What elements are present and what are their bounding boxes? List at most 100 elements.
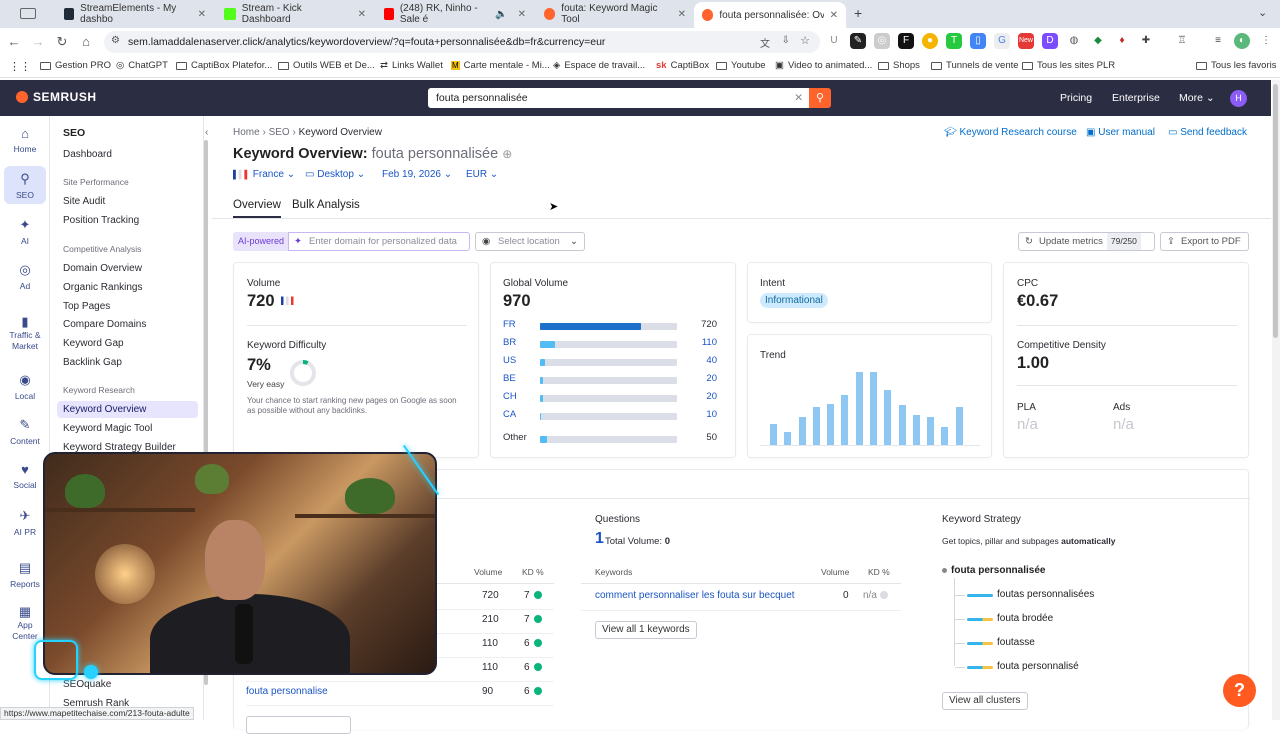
country-row[interactable]: BE 20 [503,373,717,387]
bookmark-folder[interactable]: Tunnels de vente [931,60,1019,71]
clear-search-icon[interactable]: ✕ [794,88,803,108]
rail-ad[interactable]: ◎ Ad [0,262,50,291]
trend-bar[interactable] [912,415,920,445]
page-scrollbar[interactable] [1272,80,1280,720]
bookmark[interactable]: sk CaptiBox [656,60,709,71]
cluster-root[interactable]: fouta personnalisée [951,565,1045,576]
view-all-questions-button[interactable]: View all 1 keywords [595,621,697,639]
send-feedback-link[interactable]: ▭ Send feedback [1168,127,1247,138]
cluster-item[interactable]: foutas personnalisées [997,589,1094,600]
home-icon[interactable]: ⌂ [74,34,98,49]
translate-icon[interactable]: 文 [760,35,770,50]
sidebar-item-backlink-gap[interactable]: Backlink Gap [63,357,122,368]
country-code[interactable]: FR [503,319,516,330]
site-info-icon[interactable]: ⚙ [111,35,120,46]
extension-leaf-icon[interactable]: ◆ [1090,33,1106,49]
reading-list-icon[interactable]: ≡ [1210,33,1226,49]
rail-ai[interactable]: ✦ AI [0,217,50,246]
sidebar-item-site-audit[interactable]: Site Audit [63,196,105,207]
extension-t-icon[interactable]: T [946,33,962,49]
browser-tab-active[interactable]: fouta personnalisée: Overvie ✕ [694,2,846,28]
keyword-search-input[interactable]: fouta personnalisée ✕ [428,88,813,108]
view-all-clusters-button[interactable]: View all clusters [942,692,1028,710]
user-manual-link[interactable]: ▣ User manual [1086,127,1155,138]
country-code[interactable]: US [503,355,516,366]
country-code[interactable]: BE [503,373,516,384]
country-row[interactable]: FR 720 [503,319,717,333]
bookmark-folder[interactable]: Shops [878,60,920,71]
close-tab-icon[interactable]: ✕ [518,9,526,20]
browser-tab[interactable]: Stream - Kick Dashboard ✕ [216,1,374,27]
nav-pricing[interactable]: Pricing [1060,92,1092,104]
add-to-list-icon[interactable]: ⊕ [502,147,512,161]
sidebar-item-seoquake[interactable]: SEOquake [63,679,111,690]
breadcrumb-home[interactable]: Home [233,127,260,138]
sidebar-item-top-pages[interactable]: Top Pages [63,301,110,312]
url-field[interactable]: ⚙ sem.lamaddalenaserver.click/analytics/… [104,31,820,53]
trend-bar[interactable] [798,416,806,445]
apps-grid-icon[interactable]: ⋮⋮ [9,60,31,73]
bookmark-folder[interactable]: Outils WEB et De... [278,60,375,71]
bookmark-star-icon[interactable]: ☆ [800,34,810,47]
view-all-variations-button[interactable] [246,716,351,734]
collapse-sidebar-icon[interactable]: ‹ [205,127,208,138]
extensions-puzzle-icon[interactable]: ✚ [1138,33,1154,49]
sidebar-item-keyword-gap[interactable]: Keyword Gap [63,338,124,349]
cluster-item[interactable]: fouta personnalisé [997,661,1079,672]
extension-bookmark-red-icon[interactable]: ♦ [1114,33,1130,49]
extension-new-icon[interactable]: New [1018,33,1034,49]
nav-more[interactable]: More ⌄ [1179,92,1215,104]
help-button[interactable]: ? [1223,674,1256,707]
reload-icon[interactable]: ↻ [50,34,74,50]
tab-bulk-analysis[interactable]: Bulk Analysis [292,199,360,211]
forward-icon[interactable]: → [26,34,50,49]
sidebar-item-dashboard[interactable]: Dashboard [63,149,112,160]
tab-search-icon[interactable]: ⌄ [1258,6,1267,19]
bookmark[interactable]: ◈ Espace de travail... [553,60,645,71]
new-tab-icon[interactable]: + [854,5,862,21]
trend-bar[interactable] [784,431,792,445]
bookmark[interactable]: M Carte mentale - Mi... [451,60,550,71]
search-button[interactable]: ⚲ [809,88,831,108]
trend-bar[interactable] [812,406,820,445]
browser-tab[interactable]: fouta: Keyword Magic Tool ✕ [536,1,694,27]
bookmark-folder[interactable]: Tous les sites PLR [1022,60,1115,71]
trend-bar[interactable] [855,371,863,445]
trend-bar[interactable] [770,424,777,445]
bookmark[interactable]: ⇄ Links Wallet [380,60,443,71]
sidebar-item-keyword-overview[interactable]: Keyword Overview [57,401,198,418]
rail-traffic-market[interactable]: ▮ Traffic & Market [0,315,50,352]
extension-color-icon[interactable]: ● [922,33,938,49]
country-row[interactable]: CH 20 [503,391,717,405]
bookmark[interactable]: ◎ ChatGPT [116,60,168,71]
trend-bar[interactable] [884,389,892,445]
close-tab-icon[interactable]: ✕ [358,9,366,20]
cluster-item[interactable]: fouta brodée [997,613,1053,624]
trend-bar[interactable] [841,394,849,445]
keyword-research-course-link[interactable]: 🎓︎ Keyword Research course [944,127,1077,138]
sidebar-item-domain-overview[interactable]: Domain Overview [63,263,142,274]
personalized-domain-input[interactable]: ✦ Enter domain for personalized data [288,232,470,251]
breadcrumb-seo[interactable]: SEO [269,127,290,138]
country-row[interactable]: BR 110 [503,337,717,351]
extension-d-icon[interactable]: D [1042,33,1058,49]
close-tab-icon[interactable]: ✕ [830,10,838,21]
page-scrollbar-thumb[interactable] [1273,84,1278,338]
database-select[interactable]: ▌▌▌ France ⌄ [233,169,295,180]
question-keyword-link[interactable]: comment personnaliser les fouta sur becq… [595,590,795,601]
close-tab-icon[interactable]: ✕ [678,9,686,20]
download-icon[interactable]: ⇩ [782,35,790,46]
update-metrics-button[interactable]: ↻ Update metrics 79/250 [1018,232,1155,251]
variation-keyword-link[interactable]: fouta personnalise [246,686,328,697]
extension-u-icon[interactable]: U [826,33,842,49]
export-pdf-button[interactable]: ⇪ Export to PDF [1160,232,1249,251]
tab-overview-icon[interactable] [20,8,36,19]
rail-content[interactable]: ✎ Content [0,417,50,446]
country-row[interactable]: CA 10 [503,409,717,423]
bookmark-folder[interactable]: Youtube [716,60,766,71]
extension-globe-icon[interactable]: ◍ [1066,33,1082,49]
semrush-logo[interactable]: SEMRUSH [16,90,97,104]
rail-home[interactable]: ⌂ Home [0,126,50,154]
trend-bar[interactable] [927,416,935,445]
location-select[interactable]: ◉ Select location ⌄ [475,232,585,251]
